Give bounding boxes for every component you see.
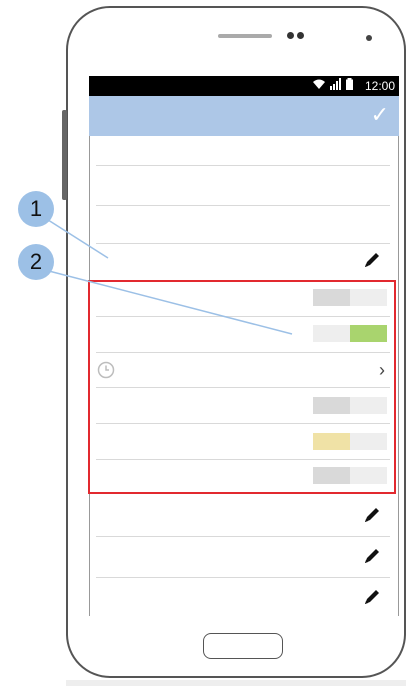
callout-lines — [44, 217, 293, 335]
callout-badge-2: 2 — [18, 244, 54, 280]
callout-badge-1: 1 — [18, 191, 54, 227]
